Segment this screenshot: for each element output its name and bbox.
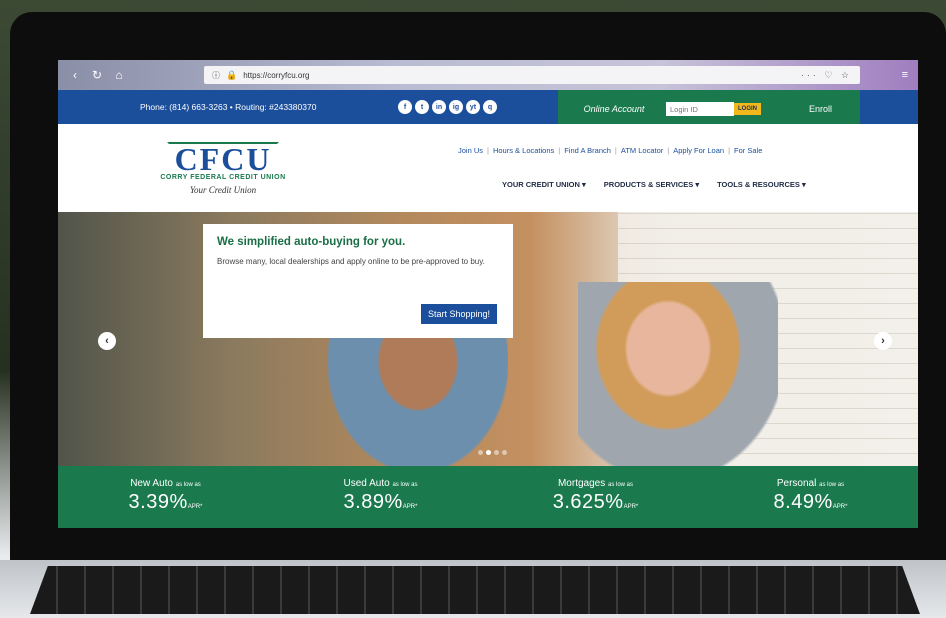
rate-qualifier: as low as [608, 482, 634, 488]
nav-tools-resources[interactable]: TOOLS & RESOURCES ▾ [717, 180, 806, 189]
rates-bar: New Auto as low as 3.39%APR* Used Auto a… [58, 466, 918, 528]
url-text[interactable]: https://corryfcu.org [243, 71, 795, 80]
divider: | [558, 146, 561, 155]
rate-unit: APR* [832, 504, 848, 510]
start-shopping-button[interactable]: Start Shopping! [420, 304, 497, 324]
promo-body: Browse many, local dealerships and apply… [217, 257, 485, 266]
carousel-dot[interactable] [502, 450, 507, 455]
site-header: CFCU CORRY FEDERAL CREDIT UNION Your Cre… [58, 124, 918, 212]
back-icon[interactable]: ‹ [68, 68, 82, 82]
divider: | [728, 146, 731, 155]
instagram-icon[interactable]: ig [449, 100, 463, 114]
keyboard [30, 566, 920, 614]
link-for-sale[interactable]: For Sale [734, 146, 762, 155]
promo-card: We simplified auto-buying for you. Brows… [203, 224, 513, 338]
twitter-icon[interactable]: t [415, 100, 429, 114]
rate-qualifier: as low as [392, 482, 418, 488]
link-apply-loan[interactable]: Apply For Loan [673, 146, 724, 155]
rate-value: 3.625% [552, 491, 624, 513]
address-bar[interactable]: ⓘ 🔒 https://corryfcu.org ··· ♡ ☆ [204, 66, 860, 84]
page-actions[interactable]: ··· ♡ ☆ [801, 70, 852, 81]
rate-value: 8.49% [773, 491, 833, 513]
search-icon[interactable]: q [483, 100, 497, 114]
rate-value: 3.89% [343, 491, 403, 513]
rate-name: New Auto [130, 478, 173, 489]
rate-name: Used Auto [343, 478, 390, 489]
logo-roof-icon [167, 142, 279, 152]
contact-info: Phone: (814) 663-3263 • Routing: #243380… [140, 102, 317, 112]
carousel-next-icon[interactable]: › [874, 332, 892, 350]
carousel-dot-active[interactable] [486, 450, 491, 455]
logo-fullname: CORRY FEDERAL CREDIT UNION [160, 174, 286, 181]
rate-mortgages[interactable]: Mortgages as low as 3.625%APR* [488, 466, 703, 528]
rate-unit: APR* [402, 504, 418, 510]
link-join-us[interactable]: Join Us [458, 146, 483, 155]
online-account-login: Online Account LOGIN Enroll [558, 90, 860, 128]
quick-links: Join Us | Hours & Locations | Find A Branc… [458, 146, 762, 155]
carousel-prev-icon[interactable]: ‹ [98, 332, 116, 350]
rate-unit: APR* [623, 504, 639, 510]
nav-products-services[interactable]: PRODUCTS & SERVICES ▾ [604, 180, 699, 189]
rate-new-auto[interactable]: New Auto as low as 3.39%APR* [58, 466, 273, 528]
rate-personal[interactable]: Personal as low as 8.49%APR* [703, 466, 918, 528]
rate-qualifier: as low as [819, 482, 845, 488]
hero-carousel: We simplified auto-buying for you. Brows… [58, 212, 918, 468]
link-hours-locations[interactable]: Hours & Locations [493, 146, 554, 155]
link-atm-locator[interactable]: ATM Locator [621, 146, 663, 155]
rate-used-auto[interactable]: Used Auto as low as 3.89%APR* [273, 466, 488, 528]
login-button[interactable]: LOGIN [734, 103, 761, 115]
promo-title: We simplified auto-buying for you. [217, 236, 406, 248]
carousel-dot[interactable] [478, 450, 483, 455]
facebook-icon[interactable]: f [398, 100, 412, 114]
home-icon[interactable]: ⌂ [112, 68, 126, 82]
info-icon[interactable]: ⓘ [212, 70, 220, 81]
divider: | [614, 146, 617, 155]
menu-icon[interactable]: ≡ [868, 69, 908, 81]
link-find-branch[interactable]: Find A Branch [564, 146, 611, 155]
main-nav: YOUR CREDIT UNION ▾ PRODUCTS & SERVICES … [502, 180, 806, 189]
linkedin-icon[interactable]: in [432, 100, 446, 114]
divider: | [667, 146, 670, 155]
social-links: f t in ig yt q [398, 100, 497, 114]
rate-value: 3.39% [128, 491, 188, 513]
online-account-label: Online Account [583, 104, 645, 114]
nav-your-credit-union[interactable]: YOUR CREDIT UNION ▾ [502, 180, 586, 189]
top-bar: Phone: (814) 663-3263 • Routing: #243380… [58, 90, 918, 128]
cfcu-logo[interactable]: CFCU CORRY FEDERAL CREDIT UNION Your Cre… [138, 142, 308, 195]
divider: | [487, 146, 489, 155]
browser-toolbar: ‹ ↻ ⌂ ⓘ 🔒 https://corryfcu.org ··· ♡ ☆ ≡ [58, 60, 918, 90]
laptop-bezel: ‹ ↻ ⌂ ⓘ 🔒 https://corryfcu.org ··· ♡ ☆ ≡… [10, 12, 946, 560]
lock-icon: 🔒 [226, 69, 238, 80]
screen: ‹ ↻ ⌂ ⓘ 🔒 https://corryfcu.org ··· ♡ ☆ ≡… [58, 60, 918, 528]
excited-woman [578, 282, 778, 468]
reload-icon[interactable]: ↻ [90, 68, 104, 82]
logo-tagline: Your Credit Union [189, 185, 257, 195]
rate-qualifier: as low as [175, 482, 201, 488]
enroll-link[interactable]: Enroll [809, 104, 832, 114]
login-id-input[interactable] [666, 102, 734, 116]
youtube-icon[interactable]: yt [466, 100, 480, 114]
rate-unit: APR* [187, 504, 203, 510]
rate-name: Mortgages [557, 478, 606, 489]
carousel-dot[interactable] [494, 450, 499, 455]
carousel-dots [478, 450, 507, 455]
rate-name: Personal [776, 478, 817, 489]
